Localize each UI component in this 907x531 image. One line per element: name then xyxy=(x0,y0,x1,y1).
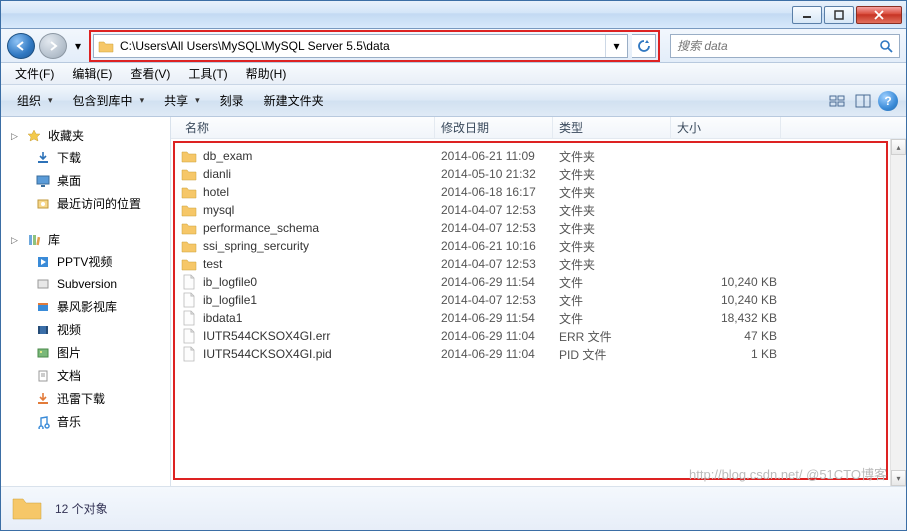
col-date[interactable]: 修改日期 xyxy=(435,117,553,138)
recent-icon xyxy=(35,196,51,212)
nav-history-drop[interactable]: ▾ xyxy=(71,36,85,56)
sidebar-item[interactable]: PPTV视频 xyxy=(1,250,170,273)
scroll-down[interactable]: ▾ xyxy=(891,470,906,486)
menu-tools[interactable]: 工具(T) xyxy=(180,63,235,84)
sidebar-item[interactable]: 迅雷下载 xyxy=(1,387,170,410)
view-options-button[interactable] xyxy=(826,90,848,112)
address-highlight: ▾ xyxy=(89,30,660,62)
preview-pane-button[interactable] xyxy=(852,90,874,112)
explorer-window: ▾ ▾ 文件(F) 编辑(E) 查看(V) 工具(T) 帮助(H) 组织 包含到… xyxy=(0,0,907,531)
back-button[interactable] xyxy=(7,33,35,59)
nav-row: ▾ ▾ xyxy=(1,29,906,63)
toolbar: 组织 包含到库中 共享 刻录 新建文件夹 ? xyxy=(1,85,906,117)
body: ▷ 收藏夹 下载桌面最近访问的位置 ▷ 库 PPTV视频 Subversion 暴风… xyxy=(1,117,906,486)
forward-button[interactable] xyxy=(39,33,67,59)
close-button[interactable] xyxy=(856,6,902,24)
pic-icon xyxy=(35,345,51,361)
sidebar-item-label: 迅雷下载 xyxy=(57,390,105,407)
file-list-wrap: db_exam2014-06-21 11:09文件夹dianli2014-05-… xyxy=(171,139,906,486)
music-icon xyxy=(35,414,51,430)
svn-icon xyxy=(35,276,51,292)
video-icon xyxy=(35,322,51,338)
search-icon[interactable] xyxy=(873,35,899,57)
sidebar-item-label: 图片 xyxy=(57,344,81,361)
address-input[interactable] xyxy=(118,36,605,56)
minimize-button[interactable] xyxy=(792,6,822,24)
pptv-icon xyxy=(35,254,51,270)
sidebar-item-label: 暴风影视库 xyxy=(57,298,117,315)
statusbar: 12 个对象 xyxy=(1,486,906,530)
folder-icon xyxy=(11,493,43,525)
sidebar-item[interactable]: 暴风影视库 xyxy=(1,295,170,318)
list-highlight xyxy=(173,141,888,480)
sidebar-item[interactable]: 视频 xyxy=(1,318,170,341)
sidebar-libraries[interactable]: ▷ 库 xyxy=(1,227,170,250)
sidebar: ▷ 收藏夹 下载桌面最近访问的位置 ▷ 库 PPTV视频 Subversion 暴风… xyxy=(1,117,171,486)
sidebar-group-label: 库 xyxy=(48,231,60,248)
sidebar-item-label: 视频 xyxy=(57,321,81,338)
sidebar-item-label: 音乐 xyxy=(57,413,81,430)
titlebar xyxy=(1,1,906,29)
sidebar-favorites[interactable]: ▷ 收藏夹 xyxy=(1,123,170,146)
sidebar-item[interactable]: 桌面 xyxy=(1,169,170,192)
menu-edit[interactable]: 编辑(E) xyxy=(64,63,120,84)
scroll-up[interactable]: ▴ xyxy=(891,139,906,155)
include-library-button[interactable]: 包含到库中 xyxy=(65,88,153,113)
address-bar[interactable]: ▾ xyxy=(93,34,628,58)
col-size[interactable]: 大小 xyxy=(671,117,781,138)
help-button[interactable]: ? xyxy=(878,91,898,111)
search-bar[interactable] xyxy=(670,34,900,58)
library-icon xyxy=(26,232,42,248)
sidebar-item[interactable]: 最近访问的位置 xyxy=(1,192,170,215)
organize-button[interactable]: 组织 xyxy=(9,88,61,113)
star-icon xyxy=(26,128,42,144)
sidebar-item-label: 最近访问的位置 xyxy=(57,195,141,212)
sidebar-item-label: 文档 xyxy=(57,367,81,384)
share-button[interactable]: 共享 xyxy=(156,88,208,113)
main-panel: 名称 修改日期 类型 大小 db_exam2014-06-21 11:09文件夹… xyxy=(171,117,906,486)
col-type[interactable]: 类型 xyxy=(553,117,671,138)
column-headers: 名称 修改日期 类型 大小 xyxy=(171,117,906,139)
status-text: 12 个对象 xyxy=(55,500,108,517)
sidebar-item-label: PPTV视频 xyxy=(57,253,112,270)
storm-icon xyxy=(35,299,51,315)
download-icon xyxy=(35,150,51,166)
desktop-icon xyxy=(35,173,51,189)
scrollbar[interactable]: ▴ ▾ xyxy=(890,139,906,486)
sidebar-group-label: 收藏夹 xyxy=(48,127,84,144)
search-input[interactable] xyxy=(671,39,873,53)
sidebar-item-label: Subversion xyxy=(57,277,117,291)
collapse-icon: ▷ xyxy=(11,131,20,140)
menu-file[interactable]: 文件(F) xyxy=(7,63,62,84)
sidebar-item[interactable]: 音乐 xyxy=(1,410,170,433)
xunlei-icon xyxy=(35,391,51,407)
col-name[interactable]: 名称 xyxy=(179,117,435,138)
sidebar-item[interactable]: Subversion xyxy=(1,273,170,295)
address-drop[interactable]: ▾ xyxy=(605,35,627,57)
sidebar-item[interactable]: 图片 xyxy=(1,341,170,364)
new-folder-button[interactable]: 新建文件夹 xyxy=(256,88,332,113)
refresh-button[interactable] xyxy=(632,34,656,58)
sidebar-item[interactable]: 下载 xyxy=(1,146,170,169)
menubar: 文件(F) 编辑(E) 查看(V) 工具(T) 帮助(H) xyxy=(1,63,906,85)
collapse-icon: ▷ xyxy=(11,235,20,244)
doc-icon xyxy=(35,368,51,384)
maximize-button[interactable] xyxy=(824,6,854,24)
sidebar-item-label: 桌面 xyxy=(57,172,81,189)
menu-help[interactable]: 帮助(H) xyxy=(238,63,295,84)
folder-icon xyxy=(96,36,116,56)
sidebar-item[interactable]: 文档 xyxy=(1,364,170,387)
menu-view[interactable]: 查看(V) xyxy=(122,63,178,84)
burn-button[interactable]: 刻录 xyxy=(212,88,252,113)
sidebar-item-label: 下载 xyxy=(57,149,81,166)
